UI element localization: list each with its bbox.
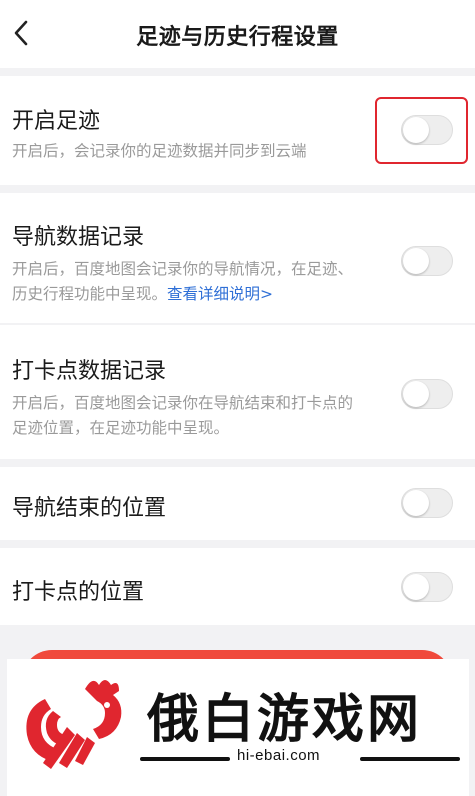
watermark-text: 俄白游戏网 bbox=[147, 690, 423, 750]
toggle-knob bbox=[403, 490, 429, 516]
setting-navigation-end-title: 导航结束的位置 bbox=[12, 496, 167, 521]
setting-checkin-record: 打卡点数据记录 开启后，百度地图会记录你在导航结束和打卡点的足迹位置，在足迹功能… bbox=[0, 325, 475, 459]
watermark-line-right bbox=[360, 757, 460, 761]
checkin-record-toggle[interactable] bbox=[401, 379, 453, 409]
setting-navigation-end: 导航结束的位置 bbox=[0, 467, 475, 540]
setting-navigation-record-title: 导航数据记录 bbox=[12, 225, 145, 250]
setting-checkin-location: 打卡点的位置 bbox=[0, 548, 475, 625]
header: 足迹与历史行程设置 bbox=[0, 0, 475, 68]
toggle-knob bbox=[403, 574, 429, 600]
watermark: 俄白游戏网 hi-ebai.com bbox=[7, 659, 469, 796]
setting-navigation-record: 导航数据记录 开启后，百度地图会记录你的导航情况，在足迹、历史行程功能中呈现。查… bbox=[0, 193, 475, 323]
setting-navigation-record-desc: 开启后，百度地图会记录你的导航情况，在足迹、历史行程功能中呈现。查看详细说明> bbox=[12, 260, 354, 303]
watermark-line-left bbox=[140, 757, 230, 761]
setting-checkin-location-title: 打卡点的位置 bbox=[12, 580, 145, 605]
view-details-link[interactable]: 查看详细说明> bbox=[167, 285, 273, 303]
highlight-box bbox=[375, 97, 468, 164]
checkin-location-toggle[interactable] bbox=[401, 572, 453, 602]
page-title: 足迹与历史行程设置 bbox=[136, 25, 339, 50]
setting-footprint-title: 开启足迹 bbox=[12, 109, 101, 134]
watermark-url: hi-ebai.com bbox=[237, 747, 321, 764]
navigation-end-toggle[interactable] bbox=[401, 488, 453, 518]
setting-footprint-desc: 开启后，会记录你的足迹数据并同步到云端 bbox=[12, 142, 307, 160]
toggle-knob bbox=[403, 248, 429, 274]
setting-checkin-record-title: 打卡点数据记录 bbox=[12, 359, 167, 384]
toggle-knob bbox=[403, 381, 429, 407]
rooster-logo-icon bbox=[26, 680, 122, 769]
navigation-record-toggle[interactable] bbox=[401, 246, 453, 276]
setting-checkin-record-desc: 开启后，百度地图会记录你在导航结束和打卡点的足迹位置，在足迹功能中呈现。 bbox=[12, 394, 354, 437]
